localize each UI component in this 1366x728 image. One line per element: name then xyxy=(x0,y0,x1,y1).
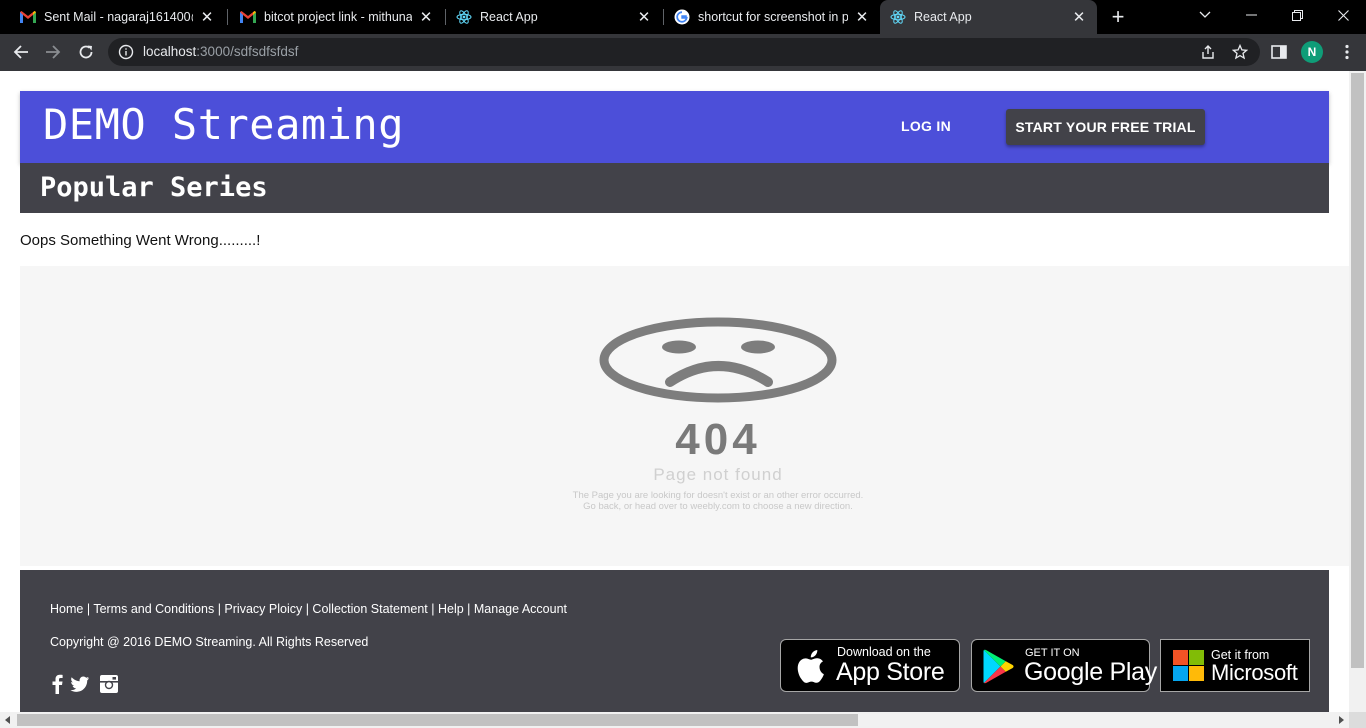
close-icon[interactable]: ✕ xyxy=(636,9,652,26)
tab-title: Sent Mail - nagaraj161400@ xyxy=(44,10,193,24)
reload-button[interactable] xyxy=(74,40,98,64)
footer-separator: | xyxy=(463,602,474,616)
error-code: 404 xyxy=(675,415,760,464)
profile-avatar[interactable]: N xyxy=(1301,41,1323,63)
microsoft-store-badge[interactable]: Get it from Microsoft xyxy=(1160,639,1310,692)
close-window-button[interactable] xyxy=(1320,0,1366,30)
google-play-big: Google Play xyxy=(1024,658,1157,686)
sad-face-eye-left xyxy=(662,340,696,354)
tab-react-app-active[interactable]: React App ✕ xyxy=(880,0,1097,34)
app-store-small: Download on the xyxy=(837,645,931,659)
tab-search-button[interactable] xyxy=(1182,0,1228,30)
footer-link-collection[interactable]: Collection Statement xyxy=(312,602,427,616)
tab-react-app[interactable]: React App ✕ xyxy=(446,0,662,34)
microsoft-store-big: Microsoft xyxy=(1211,660,1298,685)
footer-link-home[interactable]: Home xyxy=(50,602,83,616)
facebook-icon[interactable] xyxy=(48,674,68,694)
chevron-down-icon xyxy=(1199,11,1211,18)
footer-separator: | xyxy=(427,602,438,616)
instagram-icon[interactable] xyxy=(99,674,119,694)
twitter-icon[interactable] xyxy=(70,674,90,694)
error-message: Oops Something Went Wrong.........! xyxy=(20,232,261,249)
tab-title: React App xyxy=(914,10,972,24)
app-store-big: App Store xyxy=(836,658,945,686)
tab-bitcot-project[interactable]: bitcot project link - mithunag ✕ xyxy=(228,0,444,34)
info-icon[interactable] xyxy=(118,44,134,60)
login-link[interactable]: LOG IN xyxy=(901,118,951,134)
react-icon xyxy=(890,9,906,25)
forward-button[interactable] xyxy=(41,40,65,64)
star-icon[interactable] xyxy=(1232,44,1248,60)
minimize-button[interactable] xyxy=(1228,0,1274,30)
gmail-icon xyxy=(240,9,256,25)
google-play-icon xyxy=(983,649,1014,684)
address-bar[interactable]: localhost:3000/sdfsdfsfdsf xyxy=(108,38,1260,66)
footer-links: Home | Terms and Conditions | Privacy Pl… xyxy=(50,602,567,616)
close-icon[interactable]: ✕ xyxy=(418,9,434,26)
footer-separator: | xyxy=(214,602,225,616)
site-footer: Home | Terms and Conditions | Privacy Pl… xyxy=(20,570,1329,712)
arrow-left-icon xyxy=(13,45,28,59)
footer-link-privacy[interactable]: Privacy Ploicy xyxy=(224,602,302,616)
scroll-right-icon[interactable] xyxy=(1336,715,1346,725)
close-icon[interactable]: ✕ xyxy=(1071,9,1087,26)
footer-link-terms[interactable]: Terms and Conditions xyxy=(93,602,214,616)
back-button[interactable] xyxy=(9,40,33,64)
url-text: localhost:3000/sdfsdfsfdsf xyxy=(143,44,298,59)
react-icon xyxy=(456,9,472,25)
sad-face-mouth xyxy=(665,361,773,387)
share-icon[interactable] xyxy=(1200,44,1216,60)
footer-link-help[interactable]: Help xyxy=(438,602,464,616)
copyright-text: Copyright @ 2016 DEMO Streaming. All Rig… xyxy=(50,635,369,649)
tab-title: shortcut for screenshot in pc xyxy=(698,10,848,24)
error-illustration: 404 Page not found The Page you are look… xyxy=(20,266,1349,566)
tab-strip: Sent Mail - nagaraj161400@ ✕ bitcot proj… xyxy=(0,0,1366,34)
tab-title: React App xyxy=(480,10,538,24)
horizontal-scrollbar-thumb[interactable] xyxy=(17,714,858,726)
app-store-badge[interactable]: Download on the App Store xyxy=(780,639,960,692)
section-header: Popular Series xyxy=(20,163,1329,213)
close-icon[interactable]: ✕ xyxy=(854,9,870,26)
url-host: localhost xyxy=(143,44,197,59)
error-title: Page not found xyxy=(653,465,782,484)
error-line-2: Go back, or head over to weebly.com to c… xyxy=(583,501,853,512)
url-path: :3000/sdfsdfsfdsf xyxy=(196,44,299,59)
vertical-scrollbar-thumb[interactable] xyxy=(1351,73,1364,668)
side-panel-icon[interactable] xyxy=(1270,43,1288,61)
error-line-1: The Page you are looking for doesn't exi… xyxy=(573,490,864,501)
microsoft-icon xyxy=(1173,650,1204,681)
brand-logo[interactable]: DEMO Streaming xyxy=(43,100,404,149)
tab-title: bitcot project link - mithunag xyxy=(264,10,412,24)
google-play-badge[interactable]: GET IT ON Google Play xyxy=(971,639,1157,692)
gmail-icon xyxy=(20,9,36,25)
close-icon xyxy=(1337,9,1349,21)
minimize-icon xyxy=(1245,14,1257,16)
page-title: Popular Series xyxy=(40,172,268,203)
site-header: DEMO Streaming LOG IN START YOUR FREE TR… xyxy=(20,91,1329,163)
vertical-scrollbar[interactable] xyxy=(1349,71,1366,712)
tab-sent-mail[interactable]: Sent Mail - nagaraj161400@ ✕ xyxy=(0,0,225,34)
sad-face-icon xyxy=(599,317,837,403)
browser-toolbar: localhost:3000/sdfsdfsfdsf N xyxy=(0,34,1366,71)
footer-separator: | xyxy=(302,602,313,616)
close-icon[interactable]: ✕ xyxy=(199,9,215,26)
page-viewport: DEMO Streaming LOG IN START YOUR FREE TR… xyxy=(0,71,1349,712)
tab-google-search[interactable]: shortcut for screenshot in pc ✕ xyxy=(664,0,880,34)
arrow-right-icon xyxy=(46,45,61,59)
scroll-left-icon[interactable] xyxy=(3,715,13,725)
reload-icon xyxy=(79,45,93,59)
scrollbar-corner xyxy=(1349,712,1366,728)
free-trial-button[interactable]: START YOUR FREE TRIAL xyxy=(1006,109,1205,145)
google-icon xyxy=(674,9,690,25)
new-tab-button[interactable]: + xyxy=(1108,6,1128,28)
more-menu-icon[interactable] xyxy=(1338,43,1356,61)
restore-icon xyxy=(1291,9,1303,21)
restore-button[interactable] xyxy=(1274,0,1320,30)
footer-separator: | xyxy=(83,602,94,616)
footer-link-manage-account[interactable]: Manage Account xyxy=(474,602,567,616)
apple-icon xyxy=(797,650,824,683)
sad-face-eye-right xyxy=(741,340,775,354)
horizontal-scrollbar[interactable] xyxy=(0,712,1349,728)
